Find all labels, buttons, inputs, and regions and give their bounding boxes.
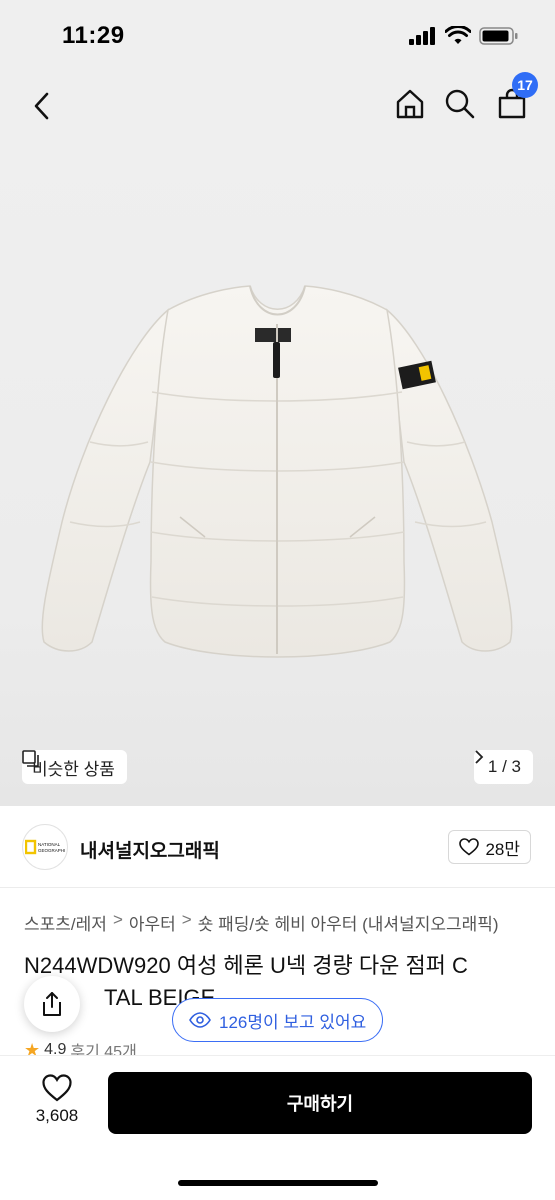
back-icon [34, 92, 49, 120]
product-image-gallery[interactable]: 비슷한 상품 1 / 3 [0, 142, 555, 806]
breadcrumb-item[interactable]: 숏 패딩/숏 헤비 아우터 (내셔널지오그래픽) [198, 910, 499, 935]
home-icon [396, 89, 424, 119]
chevron-right-icon [475, 750, 484, 764]
signal-icon [409, 27, 435, 45]
buy-button[interactable]: 구매하기 [108, 1072, 532, 1134]
search-button[interactable] [442, 86, 478, 122]
svg-text:GEOGRAPHIC: GEOGRAPHIC [38, 848, 65, 853]
cart-button[interactable]: 17 [494, 72, 538, 122]
breadcrumb-separator: > [112, 910, 123, 929]
brand-like-button[interactable]: 28만 [448, 830, 531, 864]
status-icons [409, 26, 519, 46]
similar-icon [22, 750, 39, 767]
breadcrumb-separator: > [181, 910, 192, 929]
back-button[interactable] [26, 88, 58, 124]
bottom-action-bar: 3,608 구매하기 [0, 1056, 555, 1200]
home-button[interactable] [392, 86, 428, 122]
eye-icon [189, 1012, 211, 1028]
battery-icon [479, 27, 518, 45]
wish-count: 3,608 [35, 1106, 79, 1125]
image-pager[interactable]: 1 / 3 [473, 750, 533, 784]
svg-text:NATIONAL: NATIONAL [38, 842, 61, 847]
top-nav: 17 [0, 72, 555, 142]
share-icon [43, 992, 61, 1016]
wifi-icon [445, 26, 471, 44]
heart-icon [459, 838, 480, 856]
image-pager-text: 1 / 3 [487, 757, 521, 776]
breadcrumb-item[interactable]: 아우터 [129, 910, 176, 935]
brand-like-count: 28만 [485, 839, 520, 859]
jacket-image [41, 285, 513, 658]
search-icon [445, 89, 475, 119]
breadcrumb-item[interactable]: 스포츠/레저 [24, 910, 107, 935]
viewers-pill: 126명이 보고 있어요 [172, 998, 384, 1042]
brand-logo-mark: NATIONAL GEOGRAPHIC [25, 839, 65, 855]
heart-icon [42, 1074, 72, 1102]
brand-logo[interactable]: NATIONAL GEOGRAPHIC [22, 824, 68, 870]
status-bar: 11:29 [0, 0, 555, 72]
home-indicator [178, 1180, 378, 1186]
viewers-text: 126명이 보고 있어요 [219, 1012, 367, 1032]
breadcrumb: 스포츠/레저 > 아우터 > 숏 패딩/숏 헤비 아우터 (내셔널지오그래픽) [24, 910, 499, 935]
similar-products-button[interactable]: 비슷한 상품 [22, 750, 127, 784]
share-button[interactable] [24, 976, 80, 1032]
cart-badge: 17 [512, 72, 538, 98]
status-time: 11:29 [62, 22, 125, 49]
product-title-line1: N244WDW920 여성 헤론 U넥 경량 다운 점퍼 C [24, 953, 468, 978]
brand-row[interactable]: NATIONAL GEOGRAPHIC 내셔널지오그래픽 28만 [0, 806, 555, 888]
wish-button[interactable]: 3,608 [24, 1074, 90, 1126]
brand-name[interactable]: 내셔널지오그래픽 [80, 836, 220, 863]
similar-products-label: 비슷한 상품 [32, 759, 115, 779]
